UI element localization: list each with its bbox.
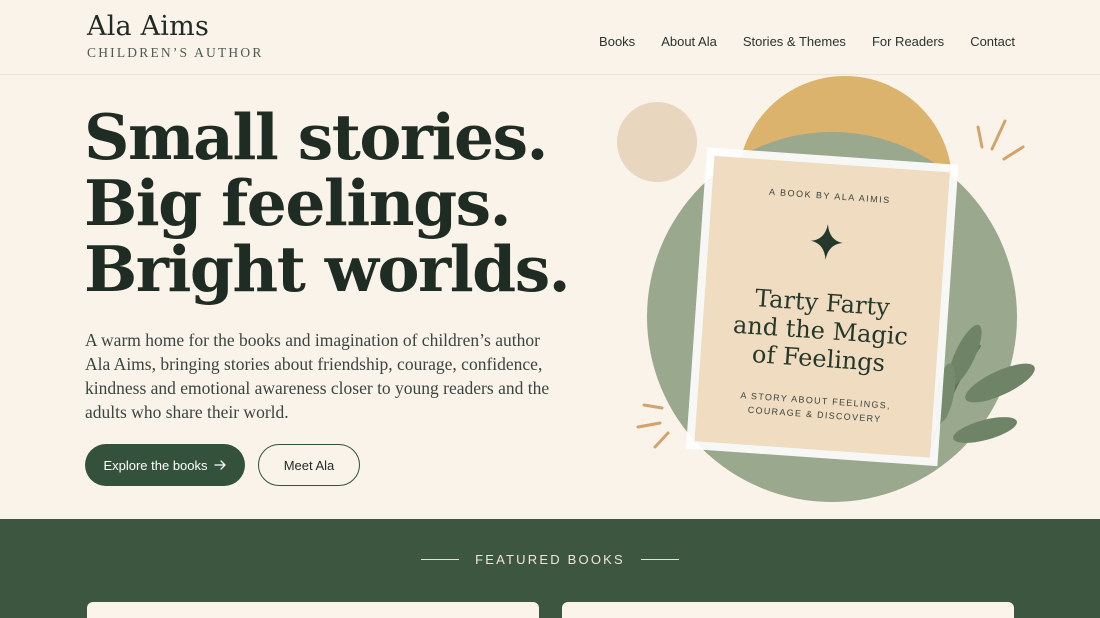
divider: [640, 559, 679, 560]
meet-ala-label: Meet Ala: [283, 457, 335, 473]
featured-book-card[interactable]: [562, 602, 1014, 618]
main-nav: Books About Ala Stories & Themes For Rea…: [599, 34, 1015, 49]
nav-item-books[interactable]: Books: [599, 34, 635, 49]
hero-description: A warm home for the books and imaginatio…: [85, 330, 550, 422]
site-header: Ala Aims CHILDREN’S AUTHOR Books About A…: [0, 0, 1100, 75]
hero-title-line: Bright worlds.: [84, 232, 571, 306]
explore-books-button[interactable]: Explore the books: [85, 444, 245, 486]
featured-books-section: FEATURED BOOKS: [0, 519, 1100, 618]
brand-logo[interactable]: Ala Aims CHILDREN’S AUTHOR: [87, 10, 264, 61]
nav-item-contact[interactable]: Contact: [970, 34, 1015, 49]
brand-tagline: CHILDREN’S AUTHOR: [87, 45, 264, 60]
nav-item-for-readers[interactable]: For Readers: [872, 34, 944, 49]
featured-books-label: FEATURED BOOKS: [475, 552, 625, 567]
nav-item-about[interactable]: About Ala: [661, 34, 717, 49]
meet-ala-button[interactable]: Meet Ala: [258, 444, 360, 486]
sparkle-rays-icon: [976, 119, 1025, 161]
arrow-right-icon: [213, 460, 226, 470]
featured-heading: FEATURED BOOKS: [0, 552, 1100, 567]
featured-book-card[interactable]: [87, 602, 539, 618]
explore-books-label: Explore the books: [103, 457, 208, 473]
sparkle-rays-icon: [636, 403, 670, 449]
book-cover: A BOOK BY ALA AIMIS Tarty Farty and the …: [685, 147, 959, 467]
hero-title: Small stories. Big feelings. Bright worl…: [84, 100, 571, 306]
hero-illustration: A BOOK BY ALA AIMIS Tarty Farty and the …: [600, 75, 1070, 515]
brand-name: Ala Aims: [87, 11, 210, 42]
hero-title-line: Small stories.: [84, 100, 548, 174]
hero-artwork: A BOOK BY ALA AIMIS Tarty Farty and the …: [617, 76, 1035, 502]
decorative-beige-circle: [617, 102, 697, 182]
nav-item-stories-themes[interactable]: Stories & Themes: [743, 34, 846, 49]
divider: [421, 559, 460, 560]
hero-title-line: Big feelings.: [84, 166, 512, 240]
